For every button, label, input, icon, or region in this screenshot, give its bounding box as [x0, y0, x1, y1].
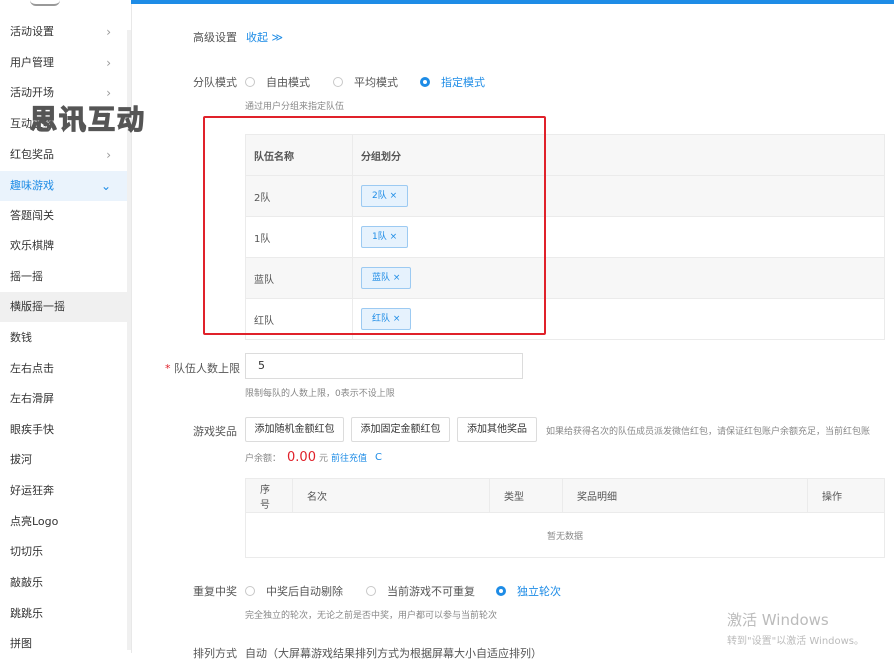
sidebar-item-label: 左右点击 — [10, 362, 54, 375]
sidebar-item-label: 欢乐棋牌 — [10, 239, 54, 252]
logo — [30, 0, 60, 6]
radio-assigned-mode[interactable]: 指定模式 — [420, 74, 485, 90]
sidebar-item-label: 摇一摇 — [10, 270, 43, 283]
sidebar-item-label: 好运狂奔 — [10, 484, 54, 497]
windows-activation-watermark: 激活 Windows 转到"设置"以激活 Windows。 — [727, 611, 865, 647]
recharge-link[interactable]: 前往充值 — [331, 451, 367, 464]
radio-circle — [245, 77, 255, 87]
sidebar-item-label: 红包奖品 — [10, 148, 54, 161]
chevron-down-icon: ⌄ — [100, 179, 111, 193]
add-fixed-redpacket-button[interactable]: 添加固定金额红包 — [351, 417, 450, 442]
sidebar-item[interactable]: 数钱 — [0, 323, 127, 353]
sidebar-item[interactable]: 摇一摇 — [0, 262, 127, 292]
radio-circle — [420, 77, 430, 87]
sidebar-item-label: 眼疾手快 — [10, 423, 54, 436]
sidebar-item[interactable]: 敲敲乐 — [0, 568, 127, 598]
radio-independent-round[interactable]: 独立轮次 — [496, 583, 561, 599]
sidebar-item[interactable]: 左右滑屏 — [0, 384, 127, 414]
sidebar-item-label: 用户管理 — [10, 56, 54, 69]
team-mode-hint: 通过用户分组来指定队伍 — [245, 102, 345, 112]
sidebar-item[interactable]: 红包奖品 › — [0, 140, 127, 170]
watermark-logo-text: 思讯互动 — [29, 104, 146, 136]
sidebar-item-label: 活动设置 — [10, 25, 54, 38]
collapse-link[interactable]: 收起 ≫ — [246, 29, 283, 45]
radio-circle — [245, 586, 255, 596]
sidebar-item-label: 切切乐 — [10, 545, 43, 558]
sidebar-item-label: 数钱 — [10, 331, 32, 344]
col-rank: 名次 — [292, 478, 490, 513]
sidebar-item[interactable]: 好运狂奔 — [0, 476, 127, 506]
chevron-right-icon: › — [106, 56, 111, 70]
radio-circle — [366, 586, 376, 596]
team-limit-input[interactable]: 5 — [245, 353, 523, 379]
radio-circle — [333, 77, 343, 87]
sidebar-item[interactable]: 眼疾手快 — [0, 415, 127, 445]
team-limit-label: * 队伍人数上限 — [165, 362, 240, 375]
sidebar-item[interactable]: 点亮Logo — [0, 507, 127, 537]
sidebar-item-label: 答题闯关 — [10, 209, 54, 222]
balance-value: 0.00 — [287, 450, 316, 465]
radio-free-mode[interactable]: 自由模式 — [245, 74, 310, 90]
sidebar-item[interactable]: 横版摇一摇 — [0, 292, 127, 322]
sidebar-item[interactable]: 拼图 — [0, 629, 127, 653]
col-action: 操作 — [807, 478, 885, 513]
radio-average-mode[interactable]: 平均模式 — [333, 74, 398, 90]
sidebar-item[interactable]: 答题闯关 — [0, 201, 127, 231]
col-prize-detail: 奖品明细 — [562, 478, 808, 513]
sidebar-item-label: 点亮Logo — [10, 515, 59, 528]
col-index: 序号 — [245, 478, 293, 513]
sidebar-item[interactable]: 趣味游戏 ⌄ — [0, 171, 127, 201]
team-mode-label: 分队模式 — [193, 76, 237, 89]
sidebar-item[interactable]: 活动设置 › — [0, 17, 127, 47]
sidebar-item-label: 跳跳乐 — [10, 607, 43, 620]
sidebar-item[interactable]: 切切乐 — [0, 537, 127, 567]
sidebar-item-label: 敲敲乐 — [10, 576, 43, 589]
sort-label: 排列方式 — [193, 647, 237, 660]
team-limit-hint: 限制每队的人数上限，0表示不设上限 — [245, 389, 395, 399]
sidebar-item-label: 拔河 — [10, 453, 32, 466]
balance-line: 户余额： 0.00 元 前往充值 C — [245, 450, 382, 465]
sidebar-item[interactable]: 跳跳乐 — [0, 599, 127, 629]
prize-table: 序号 名次 类型 奖品明细 操作 暂无数据 — [245, 478, 885, 558]
sidebar-item-label: 横版摇一摇 — [10, 300, 65, 313]
top-accent-bar — [131, 0, 894, 4]
sidebar-item[interactable]: 拔河 — [0, 445, 127, 475]
sidebar-item-label: 左右滑屏 — [10, 392, 54, 405]
advanced-settings-label: 高级设置 — [193, 31, 237, 44]
highlight-box — [203, 116, 546, 335]
sort-value: 自动（大屏幕游戏结果排列方式为根据屏幕大小自适应排列） — [245, 647, 542, 660]
prizes-label: 游戏奖品 — [193, 425, 237, 438]
radio-no-repeat[interactable]: 当前游戏不可重复 — [366, 583, 475, 599]
repeat-hint: 完全独立的轮次，无论之前是否中奖，用户都可以参与当前轮次 — [245, 611, 498, 621]
col-type: 类型 — [489, 478, 563, 513]
add-random-redpacket-button[interactable]: 添加随机金额红包 — [245, 417, 344, 442]
sidebar-item[interactable]: 欢乐棋牌 — [0, 231, 127, 261]
radio-circle — [496, 586, 506, 596]
chevron-right-icon: › — [106, 148, 111, 162]
sidebar-item-label: 趣味游戏 — [10, 179, 54, 192]
sidebar-item-label: 拼图 — [10, 637, 32, 650]
add-other-prize-button[interactable]: 添加其他奖品 — [457, 417, 537, 442]
sidebar-item[interactable]: 左右点击 — [0, 354, 127, 384]
radio-auto-remove[interactable]: 中奖后自动剔除 — [245, 583, 343, 599]
refresh-icon[interactable]: C — [375, 452, 382, 463]
empty-state: 暂无数据 — [245, 512, 885, 558]
repeat-label: 重复中奖 — [193, 585, 237, 598]
chevron-right-icon: › — [106, 25, 111, 39]
prizes-note: 如果给获得名次的队伍成员派发微信红包，请保证红包账户余额充足，当前红包账 — [546, 427, 871, 437]
sidebar-item[interactable]: 用户管理 › — [0, 48, 127, 78]
